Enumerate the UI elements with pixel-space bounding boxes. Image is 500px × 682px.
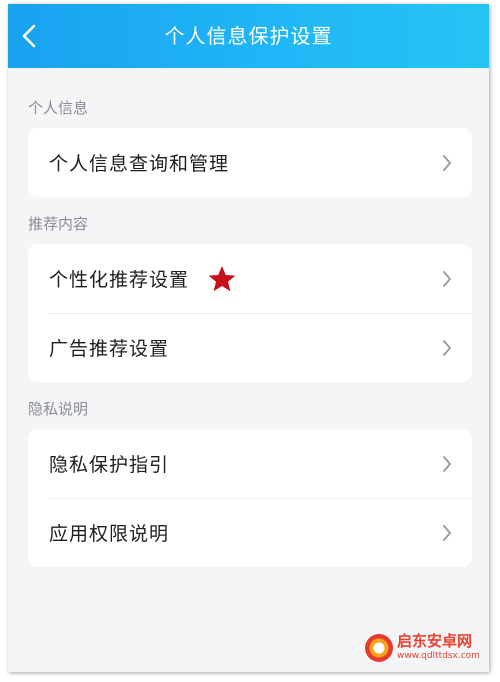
- watermark-text: 启东安卓网: [397, 632, 473, 650]
- card-recommended-content: 个性化推荐设置 广告推荐设置: [28, 244, 472, 382]
- list-item-personalized-recommendation[interactable]: 个性化推荐设置: [28, 244, 472, 313]
- chevron-right-icon: [442, 154, 452, 172]
- chevron-right-icon: [442, 339, 452, 357]
- chevron-right-icon: [442, 270, 452, 288]
- list-item-label: 个人信息查询和管理: [49, 153, 230, 175]
- screen: 个人信息保护设置 个人信息 个人信息查询和管理 推荐内容 个性化推荐设置 广告推…: [8, 4, 489, 672]
- section-label-recommended-content: 推荐内容: [28, 215, 89, 233]
- chevron-right-icon: [442, 455, 452, 473]
- section-label-privacy-notes: 隐私说明: [28, 400, 89, 418]
- list-item-label: 隐私保护指引: [49, 454, 170, 476]
- section-label-personal-info: 个人信息: [28, 99, 89, 117]
- watermark-url: www.qdlttdsx.com: [397, 651, 480, 661]
- star-icon: [207, 264, 237, 294]
- watermark-logo-icon: [365, 634, 393, 662]
- list-item-privacy-guide[interactable]: 隐私保护指引: [28, 429, 472, 498]
- page-title: 个人信息保护设置: [164, 24, 333, 48]
- list-item-ad-recommendation[interactable]: 广告推荐设置: [28, 313, 472, 382]
- list-item-personal-info-query[interactable]: 个人信息查询和管理: [28, 128, 472, 197]
- list-item-label: 个性化推荐设置: [49, 269, 190, 291]
- card-privacy-notes: 隐私保护指引 应用权限说明: [28, 429, 472, 567]
- card-personal-info: 个人信息查询和管理: [28, 128, 472, 197]
- list-item-app-permissions[interactable]: 应用权限说明: [28, 498, 472, 567]
- list-item-label: 应用权限说明: [49, 523, 170, 545]
- list-item-label: 广告推荐设置: [49, 338, 170, 360]
- top-app-bar: 个人信息保护设置: [8, 4, 489, 68]
- watermark: 启东安卓网 www.qdlttdsx.com: [359, 620, 489, 672]
- chevron-right-icon: [442, 524, 452, 542]
